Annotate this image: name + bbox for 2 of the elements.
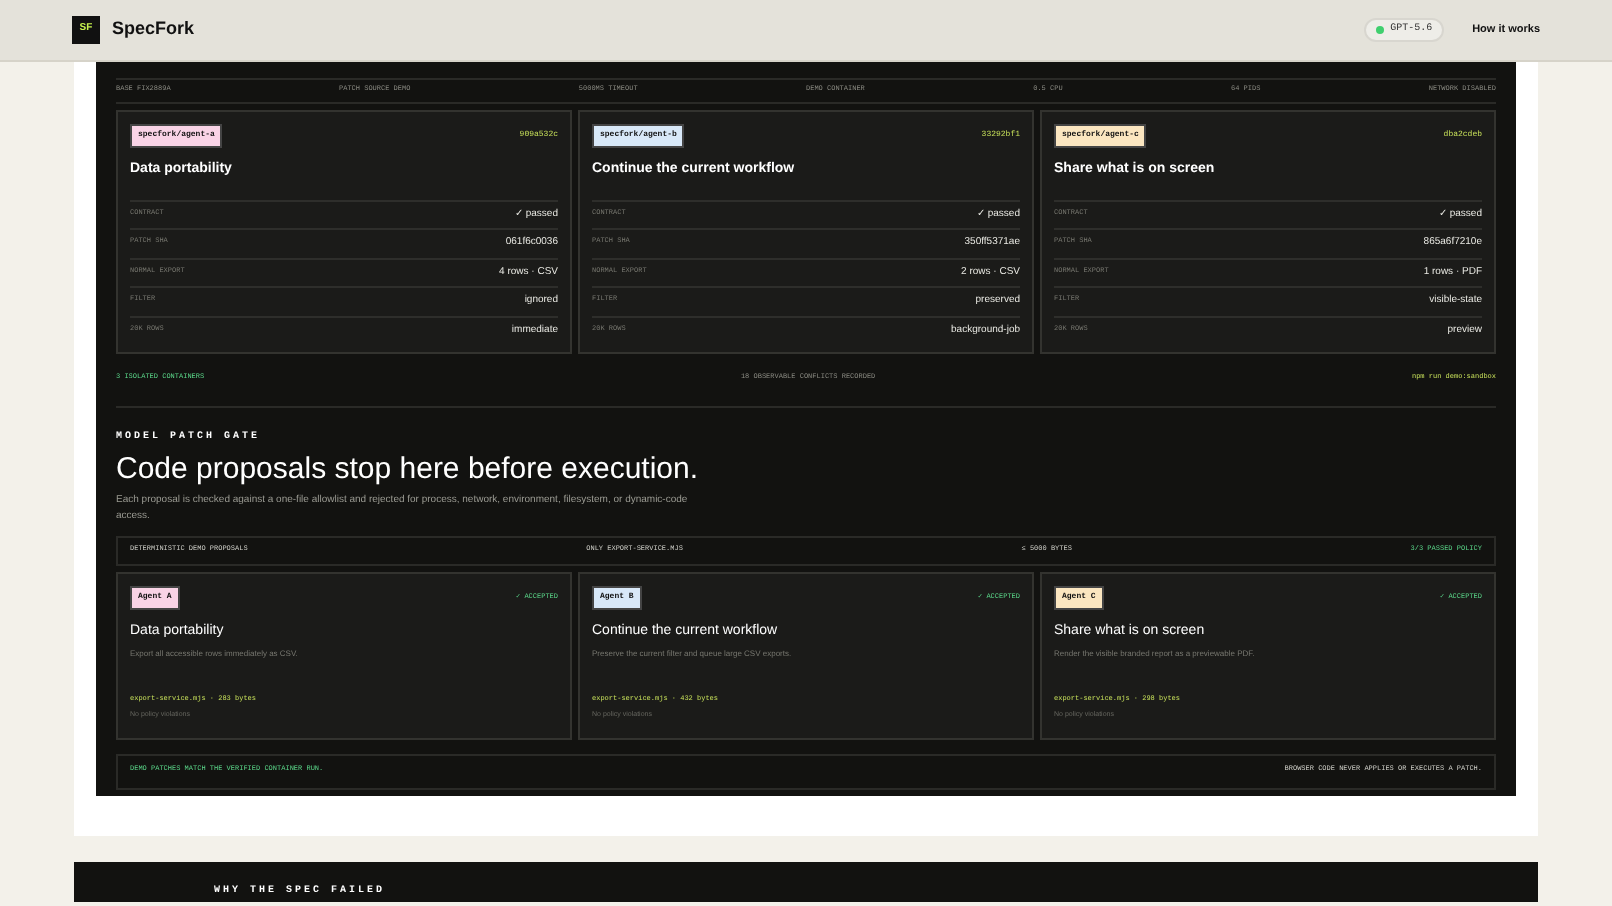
brand-name: SpecFork (112, 16, 195, 43)
section-heading: Code proposals stop here before execution. (116, 452, 701, 488)
